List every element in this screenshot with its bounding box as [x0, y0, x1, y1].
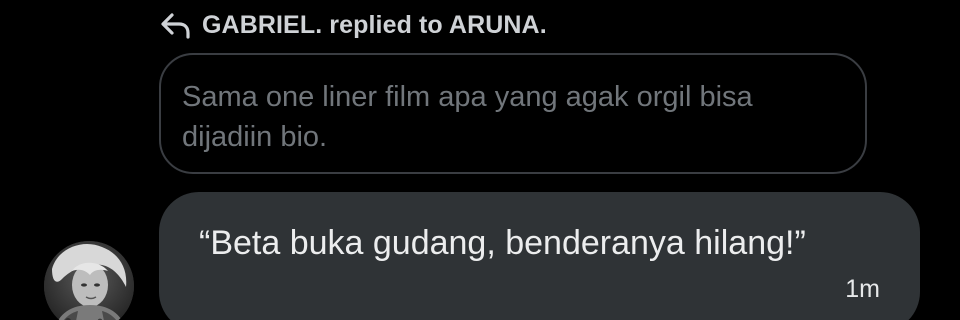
message-bubble[interactable]: “Beta buka gudang, benderanya hilang!” 1…: [159, 192, 920, 320]
reply-context: GABRIEL. replied to ARUNA.: [160, 8, 547, 42]
quoted-message[interactable]: Sama one liner film apa yang agak orgil …: [159, 53, 867, 174]
message-row: “Beta buka gudang, benderanya hilang!” 1…: [0, 192, 960, 320]
reply-label: GABRIEL. replied to ARUNA.: [202, 10, 547, 39]
quoted-message-text: Sama one liner film apa yang agak orgil …: [182, 81, 753, 153]
message-timestamp: 1m: [845, 275, 880, 303]
reply-arrow-icon: [160, 9, 192, 41]
user-avatar[interactable]: [44, 241, 134, 320]
message-text: “Beta buka gudang, benderanya hilang!”: [199, 224, 806, 262]
avatar-photo-icon: [44, 241, 134, 320]
